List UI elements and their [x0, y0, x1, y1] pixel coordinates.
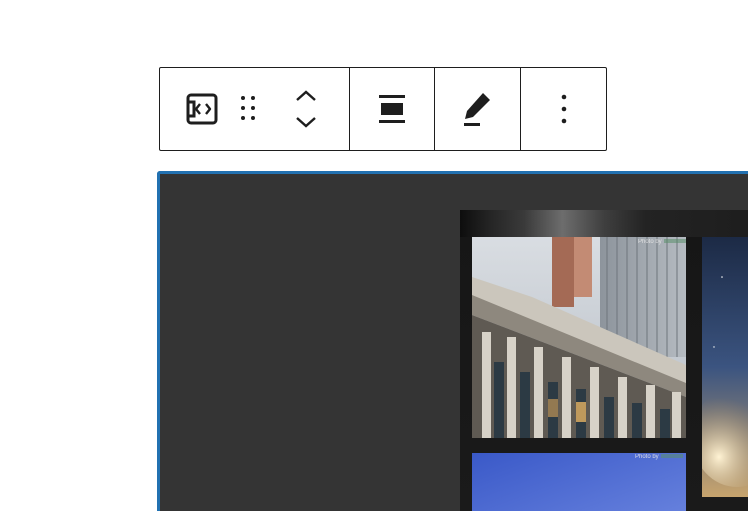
credit-name-redacted: [663, 239, 686, 244]
move-down-button[interactable]: [291, 109, 321, 135]
photo-credit: Photo by: [635, 454, 683, 460]
photo-sky-clouds[interactable]: [702, 237, 748, 497]
block-type-button[interactable]: [184, 91, 220, 127]
drag-handle-icon: [237, 94, 261, 124]
preview-header: [460, 210, 748, 237]
embed-preview[interactable]: Photo by Photo by: [460, 210, 748, 511]
more-vertical-icon: [559, 94, 569, 124]
embed-code-icon: [184, 91, 220, 127]
photo-credit: Photo by: [638, 239, 686, 245]
embed-block[interactable]: Photo by Photo by: [157, 171, 748, 511]
toolbar-group-block: [160, 68, 350, 150]
pencil-icon: [462, 91, 494, 127]
toolbar-group-options: [521, 68, 606, 150]
toolbar-group-align: [350, 68, 435, 150]
align-wide-icon: [377, 93, 407, 125]
toolbar-group-edit: [435, 68, 521, 150]
photo-building[interactable]: Photo by: [472, 237, 686, 438]
drag-handle-button[interactable]: [237, 91, 261, 127]
photo-blue-sky[interactable]: Photo by: [472, 453, 686, 511]
edit-url-button[interactable]: [462, 91, 494, 127]
align-button[interactable]: [377, 93, 407, 125]
move-up-button[interactable]: [291, 83, 321, 109]
options-button[interactable]: [559, 94, 569, 124]
chevron-up-icon: [294, 88, 318, 104]
block-movers: [291, 83, 321, 135]
chevron-down-icon: [294, 114, 318, 130]
block-toolbar: [159, 67, 607, 151]
credit-name-redacted: [660, 454, 683, 459]
